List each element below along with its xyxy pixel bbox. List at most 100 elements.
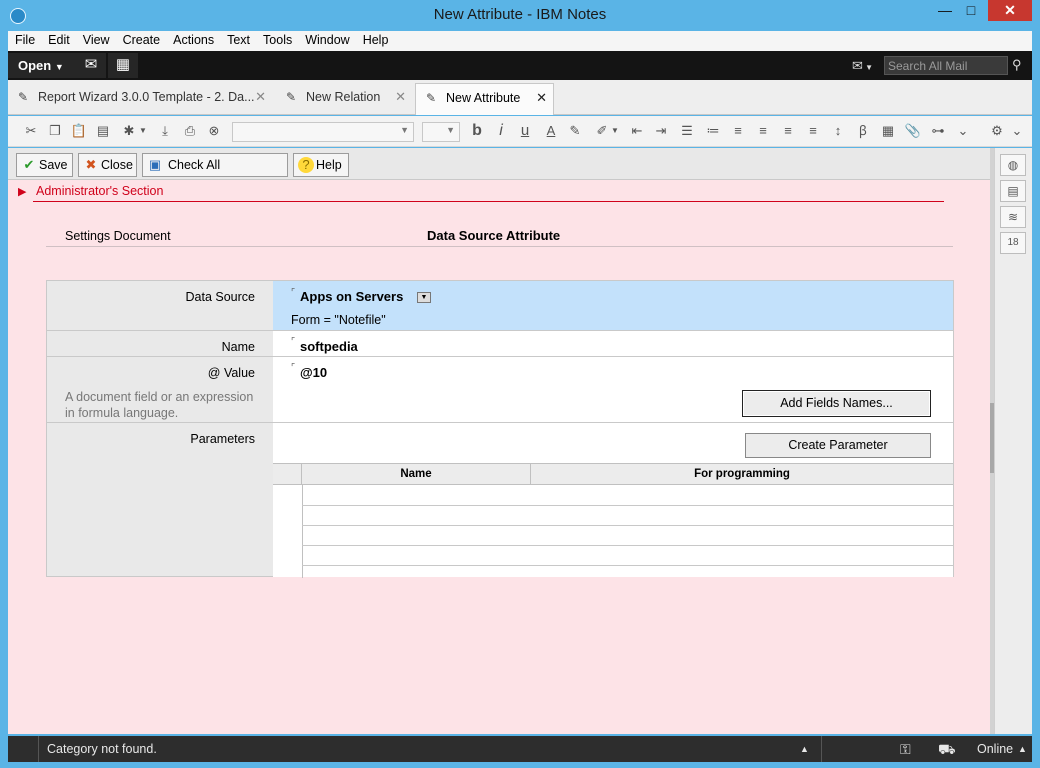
open-label: Open	[18, 58, 52, 73]
underline-icon[interactable]: u	[516, 122, 534, 140]
contacts-icon[interactable]: ▤	[1000, 180, 1026, 202]
section-divider	[33, 201, 944, 202]
cut-icon[interactable]: ✂	[22, 122, 40, 140]
search-input[interactable]: Search All Mail	[884, 56, 1008, 75]
table-row[interactable]	[302, 525, 953, 526]
save-button[interactable]: ✔ Save	[16, 153, 73, 177]
paste-special-icon[interactable]: ▤	[94, 122, 112, 140]
mail-search-scope-icon[interactable]: ✉ ▼	[852, 56, 880, 75]
tab-label: New Attribute	[446, 91, 521, 105]
table-icon[interactable]: ▦	[879, 122, 897, 140]
more-chevron-icon[interactable]: ⌄	[954, 122, 972, 140]
data-source-row: Data Source ⌜ Apps on Servers ▼ Form = "…	[47, 281, 953, 331]
table-row[interactable]	[302, 545, 953, 546]
menu-actions[interactable]: Actions	[166, 31, 220, 47]
table-row[interactable]	[302, 505, 953, 506]
italic-icon[interactable]: i	[492, 122, 510, 140]
create-parameter-button[interactable]: Create Parameter	[745, 433, 931, 458]
data-source-dropdown-icon[interactable]: ▼	[417, 292, 431, 303]
status-menu-icon[interactable]: ▲	[1018, 736, 1027, 762]
print-icon[interactable]: ⎙	[181, 122, 199, 140]
new-icon[interactable]: ✱	[120, 122, 138, 140]
link-icon[interactable]: ⊶	[929, 122, 947, 140]
bold-icon[interactable]: b	[468, 122, 486, 140]
tab-new-attribute[interactable]: ✎ New Attribute ✕	[415, 83, 554, 115]
bullet-list-icon[interactable]: ☰	[678, 122, 696, 140]
mail-icon[interactable]: ✉	[76, 53, 106, 78]
more-chevron-icon[interactable]: ⌄	[1008, 122, 1026, 140]
close-tab-icon[interactable]: ✕	[395, 83, 406, 111]
download-icon[interactable]: ⤓	[156, 122, 174, 140]
highlight-pen-icon[interactable]: ✎	[566, 122, 584, 140]
outdent-icon[interactable]: ⇤	[628, 122, 646, 140]
calendar-day-icon[interactable]: 18	[1000, 232, 1026, 254]
font-family-select[interactable]: ▼	[232, 122, 414, 142]
table-row[interactable]	[302, 565, 953, 566]
tab-report-wizard[interactable]: ✎ Report Wizard 3.0.0 Template - 2. Da..…	[8, 83, 272, 115]
column-header-for-programming[interactable]: For programming	[531, 464, 953, 485]
close-window-button[interactable]: ✕	[988, 0, 1032, 21]
menu-create[interactable]: Create	[116, 31, 167, 47]
data-source-label: Data Source	[185, 290, 255, 304]
menu-file[interactable]: File	[8, 31, 41, 47]
search-icon[interactable]: ⚲	[1012, 55, 1028, 75]
menu-help[interactable]: Help	[356, 31, 395, 47]
menu-view[interactable]: View	[76, 31, 116, 47]
attachment-icon[interactable]: 📎	[904, 122, 922, 140]
feeds-icon[interactable]: ≋	[1000, 206, 1026, 228]
delete-icon[interactable]: ⊗	[205, 122, 223, 140]
window-frame-bottom	[0, 762, 1040, 768]
menu-text[interactable]: Text	[220, 31, 256, 47]
field-start-marker-icon: ⌜	[291, 362, 296, 372]
highlighter-icon[interactable]: ✐	[593, 122, 611, 140]
sidebar-panel: ◍ ▤ ≋ 18	[994, 148, 1032, 734]
admin-section-title[interactable]: Administrator's Section	[36, 184, 163, 198]
menu-edit[interactable]: Edit	[41, 31, 76, 47]
paste-icon[interactable]: 📋	[70, 122, 88, 140]
align-center-icon[interactable]: ≡	[754, 122, 772, 140]
indent-icon[interactable]: ⇥	[652, 122, 670, 140]
menu-tools[interactable]: Tools	[256, 31, 298, 47]
line-spacing-icon[interactable]: ↕	[829, 122, 847, 140]
tab-label: New Relation	[306, 90, 381, 104]
font-size-select[interactable]: ▼	[422, 122, 460, 142]
help-button[interactable]: ? Help	[293, 153, 349, 177]
menu-window[interactable]: Window	[298, 31, 355, 47]
close-button[interactable]: ✖ Close	[78, 153, 137, 177]
data-source-field[interactable]: ⌜ Apps on Servers ▼ Form = "Notefile"	[273, 281, 953, 330]
numbered-list-icon[interactable]: ≔	[704, 122, 722, 140]
chat-icon[interactable]: ◍	[1000, 154, 1026, 176]
calendar-icon[interactable]: ▦	[108, 53, 138, 78]
name-value: softpedia	[300, 339, 358, 354]
customize-toolbar-icon[interactable]: ⚙	[988, 122, 1006, 140]
name-field[interactable]: ⌜ softpedia	[273, 331, 953, 356]
close-tab-icon[interactable]: ✕	[536, 84, 547, 112]
minimize-button[interactable]: —	[932, 0, 958, 21]
chevron-down-icon[interactable]: ▼	[610, 122, 620, 140]
align-left-icon[interactable]: ≡	[729, 122, 747, 140]
status-expand-icon[interactable]: ▲	[800, 736, 809, 762]
column-header-name[interactable]: Name	[302, 464, 531, 485]
open-toolbar: Open ▼ ✉ ▦ ✉ ▼ Search All Mail ⚲	[8, 51, 1032, 80]
value-value: @10	[300, 365, 328, 380]
maximize-button[interactable]: □	[958, 0, 984, 21]
align-right-icon[interactable]: ≡	[779, 122, 797, 140]
value-field[interactable]: ⌜ @10 Add Fields Names...	[273, 357, 953, 422]
check-all-expressions-button[interactable]: ▣Check All Expressions	[142, 153, 288, 194]
check-expression-icon: ▣	[148, 157, 162, 172]
open-button[interactable]: Open ▼	[8, 53, 76, 78]
key-icon[interactable]: ⚿	[900, 736, 911, 762]
attribute-form-table: Data Source ⌜ Apps on Servers ▼ Form = "…	[46, 280, 954, 578]
tab-new-relation[interactable]: ✎ New Relation ✕	[276, 83, 412, 115]
location-icon[interactable]: ⛟	[938, 736, 956, 762]
section-expand-icon[interactable]: ▶	[18, 186, 28, 198]
online-status[interactable]: Online	[977, 736, 1013, 762]
add-fields-names-button[interactable]: Add Fields Names...	[742, 390, 931, 417]
chevron-down-icon[interactable]: ▼	[138, 122, 148, 140]
status-bar: Category not found. ▲ ⚿ ⛟ Online ▲	[8, 736, 1032, 762]
copy-icon[interactable]: ❐	[46, 122, 64, 140]
text-color-icon[interactable]: A	[542, 122, 560, 140]
close-tab-icon[interactable]: ✕	[255, 83, 266, 111]
text-style-icon[interactable]: ꞵ	[854, 122, 872, 140]
justify-icon[interactable]: ≡	[804, 122, 822, 140]
